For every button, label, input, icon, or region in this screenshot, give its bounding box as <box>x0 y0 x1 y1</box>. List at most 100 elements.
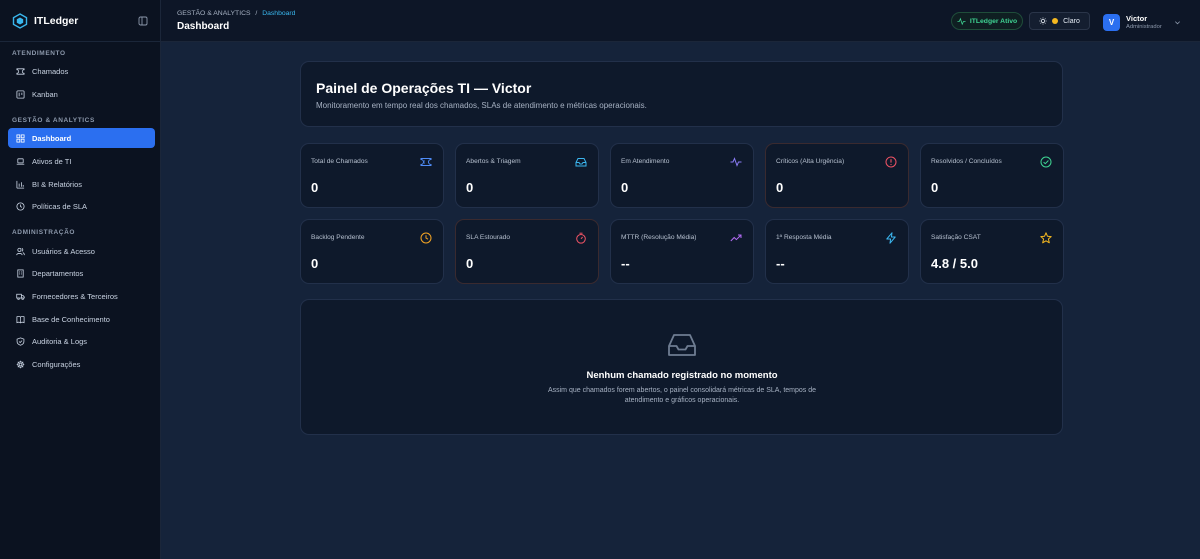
kpi-value: 0 <box>931 180 939 195</box>
kpi-label: Críticos (Alta Urgência) <box>776 158 845 165</box>
section-title-administracao: ADMINISTRAÇÃO <box>12 229 76 236</box>
sun-icon <box>1039 17 1047 25</box>
star-icon <box>1040 232 1052 244</box>
empty-state-card: Nenhum chamado registrado no momento Ass… <box>300 299 1063 435</box>
sidebar-item-dashboard[interactable]: Dashboard <box>8 128 155 148</box>
clock-icon <box>420 232 432 244</box>
sidebar-item-ativos[interactable]: Ativos de TI <box>8 151 155 171</box>
truck-icon <box>16 293 25 300</box>
kpi-label: MTTR (Resolução Média) <box>621 234 697 241</box>
sidebar-item-auditoria[interactable]: Auditoria & Logs <box>8 331 155 351</box>
sidebar-collapse-icon[interactable] <box>138 16 148 26</box>
user-name: Victor <box>1126 14 1148 23</box>
activity-icon <box>957 17 966 25</box>
users-icon <box>16 247 25 255</box>
sidebar-item-usuarios[interactable]: Usuários & Acesso <box>8 241 155 261</box>
avatar: V <box>1103 13 1120 31</box>
kpi-label: Resolvidos / Concluídos <box>931 158 1002 165</box>
zap-icon <box>886 232 896 244</box>
activity-icon <box>730 157 742 167</box>
kpi-value: 0 <box>311 256 319 271</box>
sidebar-item-departamentos[interactable]: Departamentos <box>8 263 155 283</box>
kpi-value: 4.8 / 5.0 <box>931 256 978 271</box>
breadcrumb-current: Dashboard <box>262 10 296 17</box>
kpi-label: SLA Estourado <box>466 234 510 241</box>
hero-title: Painel de Operações TI — Victor <box>316 80 532 96</box>
kpi-em-atendimento[interactable]: Em Atendimento 0 <box>610 143 754 208</box>
sidebar-item-label: Usuários & Acesso <box>32 246 95 256</box>
section-title-atendimento: ATENDIMENTO <box>12 50 66 57</box>
kpi-backlog[interactable]: Backlog Pendente 0 <box>300 219 444 284</box>
sidebar-item-fornecedores[interactable]: Fornecedores & Terceiros <box>8 286 155 306</box>
user-role: Administrador <box>1126 24 1162 30</box>
status-label: ITLedger Ativo <box>969 17 1018 25</box>
building-icon <box>17 268 24 278</box>
sidebar-item-label: Dashboard <box>32 133 72 143</box>
kpi-value: 0 <box>776 180 784 195</box>
sidebar-item-chamados[interactable]: Chamados <box>8 61 155 81</box>
sidebar-item-kanban[interactable]: Kanban <box>8 84 155 104</box>
page-title: Dashboard <box>177 21 230 32</box>
theme-toggle-button[interactable]: Claro <box>1029 12 1090 30</box>
clock-icon <box>16 201 25 211</box>
kpi-value: 0 <box>311 180 319 195</box>
breadcrumb-separator: / <box>255 10 258 17</box>
kpi-value: 0 <box>466 180 474 195</box>
ticket-icon <box>16 67 25 75</box>
sidebar-item-label: BI & Relatórios <box>32 179 83 189</box>
sidebar-item-label: Políticas de SLA <box>32 201 88 211</box>
topbar: GESTÃO & ANALYTICS / Dashboard Dashboard… <box>161 0 1200 42</box>
theme-indicator-dot <box>1052 18 1059 24</box>
kpi-label: Em Atendimento <box>621 158 670 165</box>
kpi-value: 0 <box>466 256 474 271</box>
hero-card: Painel de Operações TI — Victor Monitora… <box>300 61 1063 127</box>
kpi-label: Backlog Pendente <box>311 234 365 241</box>
chevron-down-icon <box>1174 20 1180 24</box>
trending-up-icon <box>730 234 742 242</box>
ticket-icon <box>420 158 432 166</box>
user-menu[interactable]: V Victor Administrador <box>1103 12 1181 32</box>
inbox-icon <box>575 158 587 167</box>
sidebar: ITLedger ATENDIMENTO Chamados Kanban GES… <box>0 0 161 559</box>
grid-icon <box>16 133 25 143</box>
kpi-satisfacao-csat[interactable]: Satisfação CSAT 4.8 / 5.0 <box>920 219 1064 284</box>
sidebar-item-label: Configurações <box>32 359 81 369</box>
breadcrumb-parent[interactable]: GESTÃO & ANALYTICS <box>177 10 251 17</box>
timer-icon <box>576 232 586 244</box>
bar-chart-icon <box>16 180 25 189</box>
kpi-resolvidos[interactable]: Resolvidos / Concluídos 0 <box>920 143 1064 208</box>
sidebar-item-sla[interactable]: Políticas de SLA <box>8 196 155 216</box>
kpi-label: Abertos & Triagem <box>466 158 521 165</box>
shield-icon <box>16 336 25 346</box>
sidebar-item-base-conhecimento[interactable]: Base de Conhecimento <box>8 309 155 329</box>
sidebar-item-label: Fornecedores & Terceiros <box>32 291 118 301</box>
sidebar-item-label: Kanban <box>32 89 58 99</box>
empty-state-title: Nenhum chamado registrado no momento <box>586 370 778 381</box>
kanban-icon <box>16 89 25 99</box>
sidebar-item-configuracoes[interactable]: Configurações <box>8 354 155 374</box>
kpi-criticos[interactable]: Críticos (Alta Urgência) 0 <box>765 143 909 208</box>
book-icon <box>16 315 25 324</box>
sidebar-item-label: Auditoria & Logs <box>32 336 88 346</box>
gear-icon <box>16 360 25 368</box>
kpi-value: -- <box>621 256 630 271</box>
sidebar-item-bi[interactable]: BI & Relatórios <box>8 174 155 194</box>
empty-state-text: Assim que chamados forem abertos, o pain… <box>547 387 817 404</box>
section-title-gestao: GESTÃO & ANALYTICS <box>12 117 95 124</box>
kpi-label: Total de Chamados <box>311 158 368 165</box>
status-badge: ITLedger Ativo <box>951 12 1023 30</box>
sidebar-item-label: Base de Conhecimento <box>32 314 110 324</box>
kpi-abertos-triagem[interactable]: Abertos & Triagem 0 <box>455 143 599 208</box>
inbox-icon <box>668 334 696 356</box>
kpi-label: Satisfação CSAT <box>931 234 981 241</box>
sidebar-item-label: Ativos de TI <box>32 156 72 166</box>
kpi-primeira-resposta[interactable]: 1ª Resposta Média -- <box>765 219 909 284</box>
sidebar-item-label: Chamados <box>32 66 69 76</box>
kpi-label: 1ª Resposta Média <box>776 234 832 241</box>
sidebar-item-label: Departamentos <box>32 268 84 278</box>
breadcrumb: GESTÃO & ANALYTICS / Dashboard <box>177 10 295 17</box>
kpi-value: -- <box>776 256 785 271</box>
kpi-sla-estourado[interactable]: SLA Estourado 0 <box>455 219 599 284</box>
kpi-mttr[interactable]: MTTR (Resolução Média) -- <box>610 219 754 284</box>
kpi-total-chamados[interactable]: Total de Chamados 0 <box>300 143 444 208</box>
